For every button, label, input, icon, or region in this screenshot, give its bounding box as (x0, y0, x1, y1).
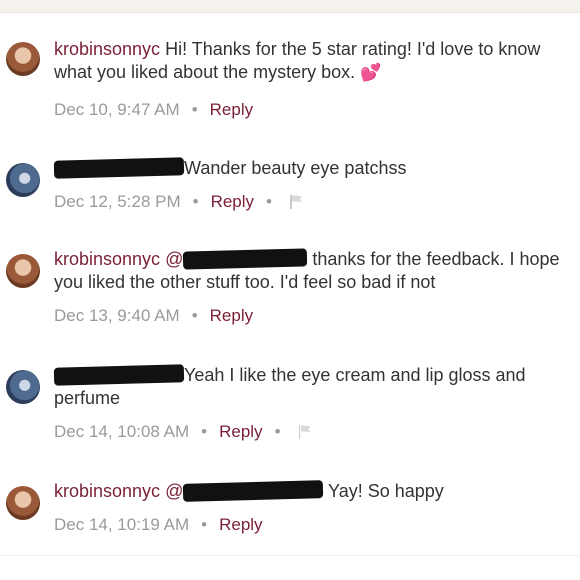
redacted-mention (183, 248, 308, 270)
comment-timestamp: Dec 12, 5:28 PM (54, 192, 181, 211)
comment-meta: Dec 13, 9:40 AM • Reply (54, 306, 253, 326)
comment-meta: Dec 14, 10:08 AM • Reply • (54, 422, 311, 442)
avatar[interactable] (6, 42, 40, 76)
top-strip (0, 0, 580, 13)
comment-text: krobinsonnyc @ Yay! So happy (54, 480, 574, 503)
reply-link[interactable]: Reply (219, 422, 262, 441)
comment-meta: Dec 10, 9:47 AM • Reply (54, 100, 253, 120)
separator-dot: • (201, 422, 208, 441)
separator-dot: • (274, 422, 281, 441)
avatar[interactable] (6, 370, 40, 404)
comment-timestamp: Dec 14, 10:08 AM (54, 422, 190, 441)
comment-text: Yeah I like the eye cream and lip gloss … (53, 364, 574, 410)
comment-body: Yay! So happy (328, 481, 444, 501)
reply-link[interactable]: Reply (211, 192, 254, 211)
redacted-username (53, 364, 185, 386)
reply-link[interactable]: Reply (219, 515, 262, 534)
separator-dot: • (266, 192, 272, 211)
reply-link[interactable]: Reply (210, 306, 253, 325)
separator-dot: • (191, 100, 198, 119)
flag-icon[interactable] (298, 425, 311, 439)
mention-prefix[interactable]: @ (165, 249, 183, 269)
separator-dot: • (191, 306, 198, 325)
comment-meta: Dec 12, 5:28 PM • Reply • (54, 192, 302, 212)
redacted-mention (183, 480, 324, 502)
comment-timestamp: Dec 10, 9:47 AM (54, 100, 180, 119)
comment-text: krobinsonnyc @ thanks for the feedback. … (54, 248, 574, 294)
divider (0, 555, 580, 556)
comment-username[interactable]: krobinsonnyc (54, 39, 160, 59)
reply-link[interactable]: Reply (210, 100, 253, 119)
comment-meta: Dec 14, 10:19 AM • Reply (54, 515, 263, 535)
comment-username[interactable]: krobinsonnyc (54, 249, 160, 269)
separator-dot: • (192, 192, 199, 211)
redacted-username (53, 157, 185, 179)
avatar[interactable] (6, 254, 40, 288)
heart-icon: 💕 (360, 63, 382, 82)
comment-text: krobinsonnyc Hi! Thanks for the 5 star r… (54, 38, 574, 84)
mention-prefix[interactable]: @ (165, 481, 183, 501)
comment-username[interactable]: krobinsonnyc (54, 481, 160, 501)
comment-timestamp: Dec 14, 10:19 AM (54, 515, 190, 534)
flag-icon[interactable] (290, 195, 302, 209)
avatar[interactable] (6, 163, 40, 197)
comment-text: Wander beauty eye patchss (53, 157, 574, 180)
comment-timestamp: Dec 13, 9:40 AM (54, 306, 180, 325)
comment-body: Wander beauty eye patchss (184, 158, 407, 178)
avatar[interactable] (6, 486, 40, 520)
separator-dot: • (201, 515, 208, 534)
